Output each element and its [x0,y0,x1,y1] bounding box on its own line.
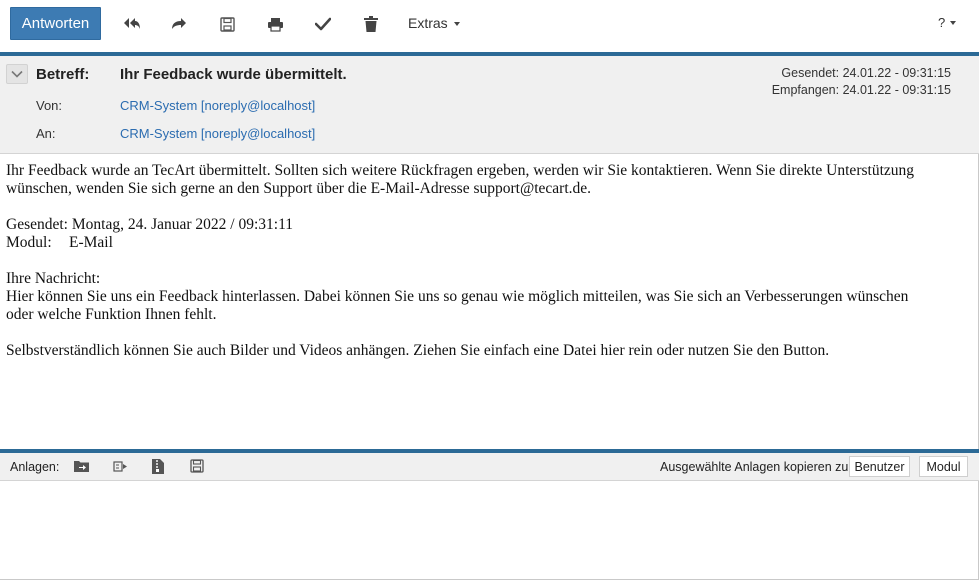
help-menu[interactable]: ? [938,15,957,30]
extras-label: Extras [408,15,448,31]
save-icon[interactable] [216,13,238,35]
module-label: Modul: [6,234,52,251]
attachments-bar: Anlagen: Ausgewählte Anlagen kopieren zu… [0,453,979,481]
copy-to-module-button[interactable]: Modul [919,456,968,477]
copy-to-user-button[interactable]: Benutzer [849,456,910,477]
subject-label: Betreff: [36,66,90,83]
body-text: oder welche Funktion Ihnen fehlt. [6,306,217,323]
zip-file-icon[interactable] [150,458,166,474]
attachments-label: Anlagen: [10,460,60,474]
module-value: E-Mail [69,234,113,251]
toolbar: Antworten Extras ? [0,0,979,52]
check-icon[interactable] [312,13,334,35]
export-icon[interactable] [112,458,128,474]
to-address[interactable]: CRM-System [noreply@localhost] [120,126,315,141]
copy-attachments-label: Ausgewählte Anlagen kopieren zu: [660,460,852,474]
body-text: Ihr Feedback wurde an TecArt übermittelt… [6,162,914,179]
body-module-line: Modul: E-Mail [6,234,966,252]
body-text: Hier können Sie uns ein Feedback hinterl… [6,288,909,305]
help-label: ? [938,15,946,30]
from-label: Von: [36,98,63,113]
message-body: Ihr Feedback wurde an TecArt übermittelt… [6,162,966,360]
forward-icon[interactable] [168,13,190,35]
chevron-down-icon [453,21,460,26]
to-label: An: [36,126,56,141]
print-icon[interactable] [264,13,286,35]
your-message-label: Ihre Nachricht: [6,270,101,287]
email-header: Betreff: Ihr Feedback wurde übermittelt.… [0,56,979,154]
extras-menu[interactable]: Extras [408,15,460,31]
chevron-down-icon [11,70,23,78]
attachments-list [0,482,979,580]
from-address[interactable]: CRM-System [noreply@localhost] [120,98,315,113]
sent-date: Gesendet: 24.01.22 - 09:31:15 [781,66,951,80]
subject-value: Ihr Feedback wurde übermittelt. [120,66,347,83]
move-to-folder-icon[interactable] [73,458,89,474]
collapse-header-button[interactable] [6,64,28,84]
body-sent-line: Gesendet: Montag, 24. Januar 2022 / 09:3… [6,216,293,233]
reply-button[interactable]: Antworten [10,7,101,40]
body-text: Selbstverständlich können Sie auch Bilde… [6,342,830,359]
trash-icon[interactable] [360,13,382,35]
save-icon[interactable] [189,458,205,474]
chevron-down-icon [950,21,957,25]
date-info: Gesendet: 24.01.22 - 09:31:15 Empfangen:… [772,65,951,99]
body-text: wünschen, wenden Sie sich gerne an den S… [6,180,592,197]
reply-all-icon[interactable] [121,13,143,35]
email-viewer: Antworten Extras ? Betreff: Ihr Feedback… [0,0,979,580]
received-date: Empfangen: 24.01.22 - 09:31:15 [771,83,951,97]
